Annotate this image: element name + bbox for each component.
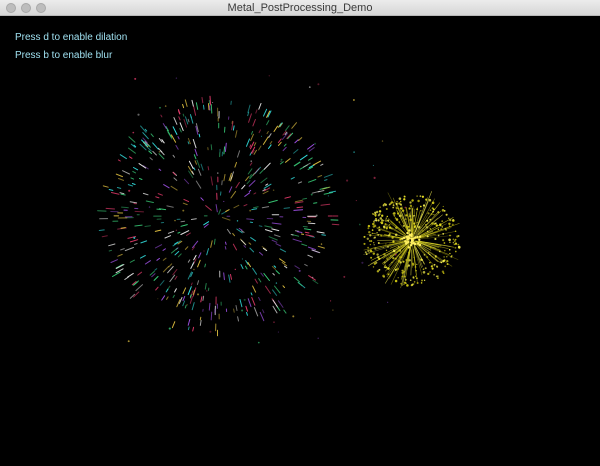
window-title: Metal_PostProcessing_Demo	[227, 2, 373, 14]
dilation-hint: Press d to enable dilation	[15, 32, 128, 43]
yellow-firework-burst	[363, 191, 461, 289]
stray-sparks	[127, 75, 407, 344]
render-viewport[interactable]: Press d to enable dilation Press b to en…	[0, 16, 600, 466]
fireworks-canvas	[97, 75, 461, 344]
title-bar[interactable]: Metal_PostProcessing_Demo	[0, 0, 600, 16]
blur-hint: Press b to enable blur	[15, 50, 113, 61]
app-window: Metal_PostProcessing_Demo Press d to ena…	[0, 0, 600, 466]
